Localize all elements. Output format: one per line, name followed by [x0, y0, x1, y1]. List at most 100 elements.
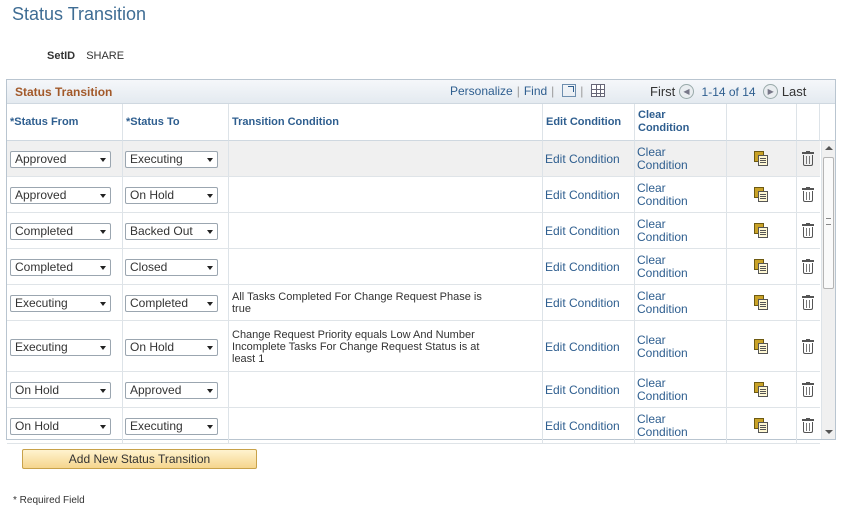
cell-status-from: On Hold	[7, 408, 123, 443]
cell-status-from: Executing	[7, 321, 123, 371]
clear-condition-link[interactable]: Clear Condition	[637, 182, 688, 208]
delete-row-icon[interactable]	[802, 223, 814, 238]
copy-row-icon[interactable]	[754, 295, 768, 310]
status-to-select[interactable]: On Hold	[125, 187, 218, 204]
clear-condition-link[interactable]: Clear Condition	[637, 146, 688, 172]
copy-row-icon[interactable]	[754, 151, 768, 166]
chevron-down-icon	[207, 194, 213, 198]
status-to-select[interactable]: Executing	[125, 151, 218, 168]
clear-condition-link[interactable]: Clear Condition	[637, 218, 688, 244]
status-to-value: Executing	[130, 419, 183, 433]
edit-condition-link[interactable]: Edit Condition	[545, 383, 620, 397]
scroll-down-icon[interactable]	[825, 430, 833, 434]
find-link[interactable]: Find	[524, 84, 547, 98]
scroll-thumb[interactable]	[823, 157, 834, 289]
condition-line: Change Request Priority equals Low And N…	[232, 329, 475, 341]
cell-copy	[727, 249, 797, 284]
chevron-down-icon	[207, 346, 213, 350]
copy-row-icon[interactable]	[754, 187, 768, 202]
delete-row-icon[interactable]	[802, 259, 814, 274]
clear-condition-line1: Clear	[637, 217, 666, 231]
setid-row: SetID SHARE	[47, 50, 124, 62]
delete-row-icon[interactable]	[802, 295, 814, 310]
copy-row-icon[interactable]	[754, 259, 768, 274]
table-row: Approved Executing Edit Condition Clear Cond…	[7, 141, 820, 177]
status-to-select[interactable]: Approved	[125, 382, 218, 399]
edit-condition-link[interactable]: Edit Condition	[545, 296, 620, 310]
edit-condition-link[interactable]: Edit Condition	[545, 340, 620, 354]
status-from-select[interactable]: Completed	[10, 259, 111, 276]
copy-row-icon[interactable]	[754, 418, 768, 433]
status-to-select[interactable]: Closed	[125, 259, 218, 276]
status-to-select[interactable]: Completed	[125, 295, 218, 312]
status-from-select[interactable]: Completed	[10, 223, 111, 240]
cell-transition-condition	[229, 249, 543, 284]
col-header-status-to[interactable]: *Status To	[123, 104, 229, 141]
delete-row-icon[interactable]	[802, 418, 814, 433]
delete-row-icon[interactable]	[802, 187, 814, 202]
col-header-status-from[interactable]: *Status From	[7, 104, 123, 141]
cell-status-from: Executing	[7, 285, 123, 320]
cell-clear-condition: Clear Condition	[635, 285, 727, 320]
pager-prev-icon[interactable]: ◀	[678, 84, 694, 100]
cell-status-to: Approved	[123, 372, 229, 407]
cell-status-to: Closed	[123, 249, 229, 284]
copy-row-icon[interactable]	[754, 339, 768, 354]
delete-row-icon[interactable]	[802, 382, 814, 397]
status-to-value: Completed	[130, 296, 189, 310]
edit-condition-link[interactable]: Edit Condition	[545, 419, 620, 433]
status-to-select[interactable]: Executing	[125, 418, 218, 435]
col-header-transition-condition[interactable]: Transition Condition	[229, 104, 543, 141]
table-row: On Hold Executing Edit Condition Clear Condi…	[7, 408, 820, 444]
setid-value: SHARE	[86, 50, 125, 62]
status-from-select[interactable]: On Hold	[10, 382, 111, 399]
pager-first[interactable]: First	[650, 84, 675, 99]
status-from-select[interactable]: On Hold	[10, 418, 111, 435]
grid-title: Status Transition	[15, 85, 113, 99]
transition-condition-text: Change Request Priority equals Low And N…	[232, 329, 532, 365]
clear-condition-line1: Clear	[637, 253, 666, 267]
clear-condition-link[interactable]: Clear Condition	[637, 290, 688, 316]
edit-condition-link[interactable]: Edit Condition	[545, 188, 620, 202]
chevron-down-icon	[207, 266, 213, 270]
scroll-up-icon[interactable]	[825, 146, 833, 150]
clear-condition-link[interactable]: Clear Condition	[637, 254, 688, 280]
status-from-value: Executing	[15, 296, 68, 310]
col-header-scroll	[820, 104, 835, 141]
status-from-select[interactable]: Approved	[10, 187, 111, 204]
condition-line: All Tasks Completed For Change Request P…	[232, 291, 482, 303]
delete-row-icon[interactable]	[802, 339, 814, 354]
cell-edit-condition: Edit Condition	[543, 213, 635, 248]
cell-delete	[797, 177, 820, 212]
status-from-select[interactable]: Executing	[10, 295, 111, 312]
status-to-select[interactable]: On Hold	[125, 339, 218, 356]
status-from-select[interactable]: Approved	[10, 151, 111, 168]
clear-condition-link[interactable]: Clear Condition	[637, 334, 688, 360]
grid-scrollbar[interactable]	[821, 141, 835, 439]
delete-row-icon[interactable]	[802, 151, 814, 166]
edit-condition-link[interactable]: Edit Condition	[545, 224, 620, 238]
col-header-clear-condition[interactable]: Clear Condition	[635, 104, 727, 141]
add-new-status-transition-button[interactable]: Add New Status Transition	[22, 449, 257, 469]
pager-last[interactable]: Last	[782, 84, 807, 99]
col-header-edit-condition[interactable]: Edit Condition	[543, 104, 635, 141]
status-from-select[interactable]: Executing	[10, 339, 111, 356]
personalize-link[interactable]: Personalize	[450, 84, 513, 98]
status-from-value: Approved	[15, 188, 67, 202]
edit-condition-link[interactable]: Edit Condition	[545, 260, 620, 274]
view-all-icon[interactable]	[562, 84, 577, 98]
download-excel-icon[interactable]	[591, 84, 606, 98]
status-from-value: Completed	[15, 260, 74, 274]
status-to-select[interactable]: Backed Out	[125, 223, 218, 240]
condition-line: Incomplete Tasks For Change Request Stat…	[232, 341, 480, 353]
clear-condition-link[interactable]: Clear Condition	[637, 377, 688, 403]
pager-range: 1-14 of 14	[701, 85, 756, 99]
clear-condition-line2: Condition	[637, 158, 688, 172]
copy-row-icon[interactable]	[754, 382, 768, 397]
copy-row-icon[interactable]	[754, 223, 768, 238]
edit-condition-link[interactable]: Edit Condition	[545, 152, 620, 166]
pager-next-icon[interactable]: ▶	[763, 84, 779, 100]
cell-copy	[727, 372, 797, 407]
clear-condition-link[interactable]: Clear Condition	[637, 413, 688, 439]
chevron-down-icon	[207, 389, 213, 393]
